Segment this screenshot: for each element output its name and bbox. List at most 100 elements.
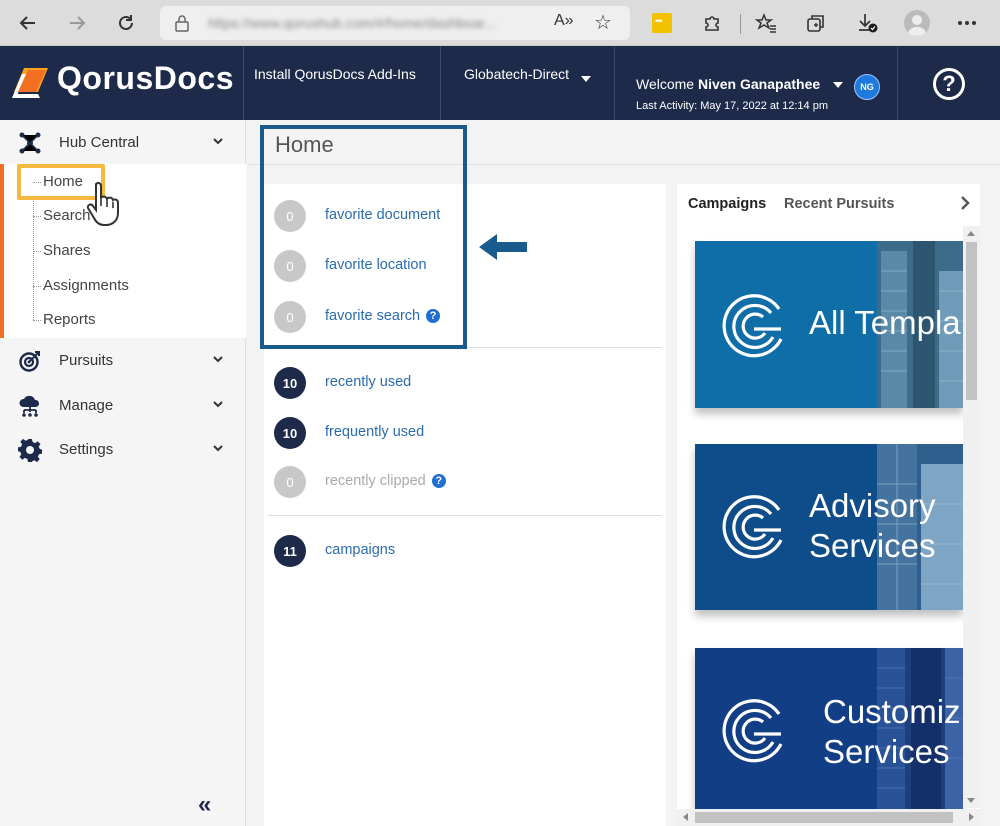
chevron-down-icon[interactable]: [213, 399, 223, 409]
read-aloud-icon[interactable]: A»: [554, 12, 574, 30]
tree-tick: [33, 320, 41, 321]
last-activity: Last Activity: May 17, 2022 at 12:14 pm: [636, 100, 828, 112]
help-info-icon[interactable]: ?: [431, 474, 446, 488]
user-name[interactable]: Niven Ganapathee: [698, 76, 820, 92]
scroll-right-icon[interactable]: [969, 813, 974, 821]
count-badge: 11: [274, 535, 306, 567]
vertical-scrollbar[interactable]: [963, 226, 980, 808]
install-addins-link[interactable]: Install QorusDocs Add-Ins: [254, 64, 424, 84]
url-text[interactable]: https://www.qorushub.com/#/home/dashboar…: [208, 15, 496, 31]
more-icon[interactable]: [953, 9, 981, 37]
target-icon: [19, 351, 40, 372]
header-divider: [614, 46, 615, 120]
header-divider: [243, 46, 244, 120]
forward-icon[interactable]: [63, 9, 91, 37]
favorite-add-icon[interactable]: ☆: [594, 10, 612, 35]
g-logo-icon: [722, 495, 783, 559]
sidebar-item-label: Settings: [59, 441, 114, 458]
address-bar[interactable]: https://www.qorushub.com/#/home/dashboar…: [160, 6, 630, 40]
favorites-icon[interactable]: [752, 9, 780, 37]
header-divider: [897, 46, 898, 120]
count-badge: 10: [274, 367, 306, 399]
campaign-card[interactable]: Customiz Services: [695, 648, 963, 809]
tree-tick: [33, 182, 41, 183]
extension-icon[interactable]: [652, 13, 672, 33]
tree-tick: [33, 216, 41, 217]
welcome-text: Welcome: [636, 76, 695, 92]
section-divider: [268, 515, 662, 516]
sidebar-item-assignments[interactable]: Assignments: [33, 277, 129, 294]
scroll-left-icon[interactable]: [683, 813, 688, 821]
sidebar-item-label: Reports: [43, 311, 96, 328]
tab-recent-pursuits[interactable]: Recent Pursuits: [784, 196, 894, 212]
stat-label: recently clipped: [325, 473, 426, 489]
user-menu[interactable]: Welcome Niven Ganapathee: [636, 76, 820, 92]
browser-toolbar: https://www.qorushub.com/#/home/dashboar…: [0, 0, 1000, 46]
qorusdocs-logo-icon[interactable]: [10, 62, 52, 102]
campaign-card[interactable]: All Templa: [695, 241, 963, 408]
profile-icon[interactable]: [904, 10, 930, 36]
hand-pointer-icon: [86, 181, 119, 226]
scroll-up-icon[interactable]: [967, 231, 975, 236]
scroll-down-icon[interactable]: [967, 798, 975, 803]
chevron-down-icon[interactable]: [213, 136, 223, 146]
sidebar-item-settings[interactable]: Settings: [0, 427, 246, 471]
favorites-highlight-box: [260, 125, 467, 349]
count-badge: 0: [274, 466, 306, 498]
gear-icon: [18, 438, 42, 462]
brand-name[interactable]: QorusDocs: [57, 60, 234, 97]
downloads-icon[interactable]: [853, 9, 881, 37]
stat-link[interactable]: campaigns: [325, 542, 395, 558]
g-logo-icon: [722, 294, 783, 358]
scroll-thumb[interactable]: [966, 242, 977, 400]
campaign-title: Services: [823, 733, 950, 770]
toolbar-separator: [740, 14, 741, 34]
sidebar-item-home[interactable]: Home: [33, 173, 84, 190]
sidebar-item-reports[interactable]: Reports: [33, 311, 96, 328]
sidebar: Hub Central Home Search Shares Assignmen…: [0, 120, 246, 826]
back-icon[interactable]: [14, 9, 42, 37]
campaign-card[interactable]: Advisory Services: [695, 444, 963, 610]
chevron-right-icon[interactable]: [960, 194, 970, 215]
sidebar-item-label: Pursuits: [59, 352, 114, 369]
stat-link[interactable]: frequently used: [325, 424, 424, 440]
tree-tick: [33, 251, 41, 252]
chevron-down-icon[interactable]: [581, 76, 591, 82]
chevron-down-icon[interactable]: [213, 443, 223, 453]
annotation-arrow-icon: [479, 234, 527, 260]
tree-tick: [33, 286, 41, 287]
lock-icon: [175, 15, 189, 32]
puzzle-icon[interactable]: [698, 9, 726, 37]
refresh-icon[interactable]: [112, 9, 140, 37]
chevron-down-icon[interactable]: [833, 82, 843, 88]
sidebar-item-pursuits[interactable]: Pursuits: [0, 338, 246, 382]
collapse-sidebar-icon[interactable]: «: [198, 791, 212, 819]
sidebar-item-shares[interactable]: Shares: [33, 242, 91, 259]
tab-campaigns[interactable]: Campaigns: [688, 196, 766, 212]
campaign-title: Customiz: [823, 693, 961, 730]
avatar[interactable]: NG: [854, 74, 880, 100]
header-divider: [440, 46, 441, 120]
chevron-down-icon[interactable]: [213, 354, 223, 364]
stat-link[interactable]: recently used: [325, 374, 411, 390]
horizontal-scrollbar[interactable]: [677, 809, 980, 826]
campaign-title: Advisory: [809, 487, 936, 524]
help-icon[interactable]: ?: [933, 68, 965, 100]
hub-network-icon: [19, 132, 41, 154]
sidebar-item-manage[interactable]: Manage: [0, 383, 246, 427]
sidebar-item-label: Assignments: [43, 277, 129, 294]
sidebar-item-label: Hub Central: [59, 134, 140, 151]
scroll-thumb[interactable]: [695, 812, 953, 823]
cloud-network-icon: [19, 395, 40, 417]
g-logo-icon: [722, 699, 783, 763]
sidebar-item-label: Home: [43, 173, 84, 190]
count-badge: 10: [274, 417, 306, 449]
sidebar-item-hub-central[interactable]: Hub Central: [0, 120, 246, 164]
campaign-title: All Templa: [809, 304, 961, 341]
sidebar-item-label: Shares: [43, 242, 91, 259]
app-header: QorusDocs Install QorusDocs Add-Ins Glob…: [0, 46, 1000, 120]
collections-icon[interactable]: [802, 9, 830, 37]
tenant-selector[interactable]: Globatech-Direct: [464, 64, 574, 84]
sidebar-item-label: Manage: [59, 397, 114, 414]
stat-link[interactable]: recently clipped?: [325, 473, 446, 489]
